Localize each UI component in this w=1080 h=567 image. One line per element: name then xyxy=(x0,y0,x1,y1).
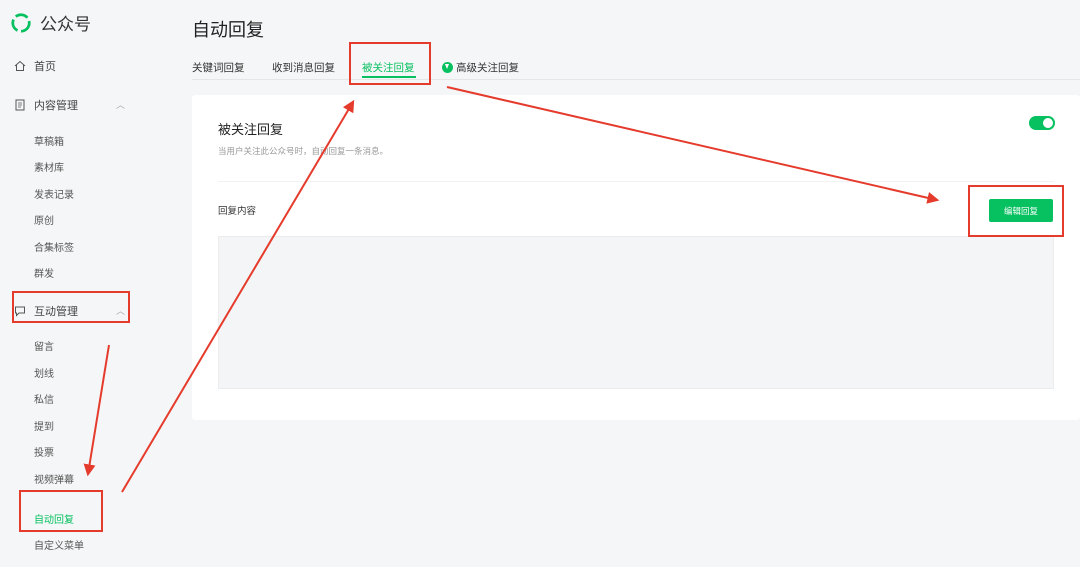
brand-name: 公众号 xyxy=(40,15,91,35)
chevron-up-icon[interactable]: ︿ xyxy=(116,98,125,111)
sidebar-item-mass-send[interactable]: 群发 xyxy=(34,265,54,280)
sidebar-item-video-danmaku[interactable]: 视频弹幕 xyxy=(34,471,74,486)
sidebar-item-comments[interactable]: 留言 xyxy=(34,338,54,353)
chat-bubble-icon xyxy=(15,306,25,317)
tab-keyword-reply[interactable]: 关键词回复 xyxy=(192,60,245,75)
tab-bar: 关键词回复 收到消息回复 被关注回复 高级关注回复 xyxy=(192,58,1080,80)
sidebar-group-label: 互动管理 xyxy=(34,305,78,318)
sidebar-item-drafts[interactable]: 草稿箱 xyxy=(34,133,64,148)
chevron-up-icon[interactable]: ︿ xyxy=(116,304,125,317)
sidebar-item-auto-reply[interactable]: 自动回复 xyxy=(34,511,74,526)
follow-reply-card: 被关注回复 当用户关注此公众号时，自动回复一条消息。 回复内容 编辑回复 xyxy=(192,95,1080,420)
sidebar-item-collections[interactable]: 合集标签 xyxy=(34,239,74,254)
follow-reply-toggle[interactable] xyxy=(1029,116,1055,130)
edit-reply-button[interactable]: 编辑回复 xyxy=(989,199,1053,222)
sidebar-group-interaction[interactable]: 互动管理 xyxy=(14,303,78,319)
sidebar-item-original[interactable]: 原创 xyxy=(34,212,54,227)
reply-content-area[interactable] xyxy=(218,236,1054,389)
sidebar-item-underline[interactable]: 划线 xyxy=(34,365,54,380)
active-tab-indicator xyxy=(362,76,416,78)
app-window: 公众号 首页 内容管理 ︿ 草稿箱 素材库 发表记录 原创 合集标签 群发 互动… xyxy=(0,0,1080,567)
sidebar-item-votes[interactable]: 投票 xyxy=(34,444,54,459)
reply-content-label: 回复内容 xyxy=(218,206,257,217)
home-icon xyxy=(14,60,26,71)
sidebar-item-mentions[interactable]: 提到 xyxy=(34,418,54,433)
sidebar-item-messages[interactable]: 私信 xyxy=(34,391,54,406)
tab-follow-reply[interactable]: 被关注回复 xyxy=(362,60,415,75)
divider xyxy=(218,181,1054,182)
sidebar-group-content[interactable]: 内容管理 xyxy=(14,97,78,113)
document-icon xyxy=(15,99,25,111)
sidebar-item-custom-menu[interactable]: 自定义菜单 xyxy=(34,537,84,552)
sidebar-item-label: 首页 xyxy=(34,60,56,73)
brand[interactable]: 公众号 xyxy=(10,10,91,35)
tab-advanced-follow-reply[interactable]: 高级关注回复 xyxy=(442,60,519,75)
page-title: 自动回复 xyxy=(192,20,264,41)
sidebar-item-library[interactable]: 素材库 xyxy=(34,159,64,174)
sidebar-item-home[interactable]: 首页 xyxy=(14,58,56,74)
sidebar-item-publish-history[interactable]: 发表记录 xyxy=(34,186,74,201)
tab-message-reply[interactable]: 收到消息回复 xyxy=(272,60,335,75)
sidebar-group-label: 内容管理 xyxy=(34,99,78,112)
main-content: 自动回复 关键词回复 收到消息回复 被关注回复 高级关注回复 被关注回复 当用户… xyxy=(170,0,1080,567)
sidebar: 公众号 首页 内容管理 ︿ 草稿箱 素材库 发表记录 原创 合集标签 群发 互动… xyxy=(0,0,170,567)
tab-label: 高级关注回复 xyxy=(456,62,519,74)
chevron-badge-icon xyxy=(442,62,453,73)
card-title: 被关注回复 xyxy=(218,123,284,138)
wechat-mp-logo-icon xyxy=(11,12,31,33)
card-description: 当用户关注此公众号时，自动回复一条消息。 xyxy=(218,147,389,157)
